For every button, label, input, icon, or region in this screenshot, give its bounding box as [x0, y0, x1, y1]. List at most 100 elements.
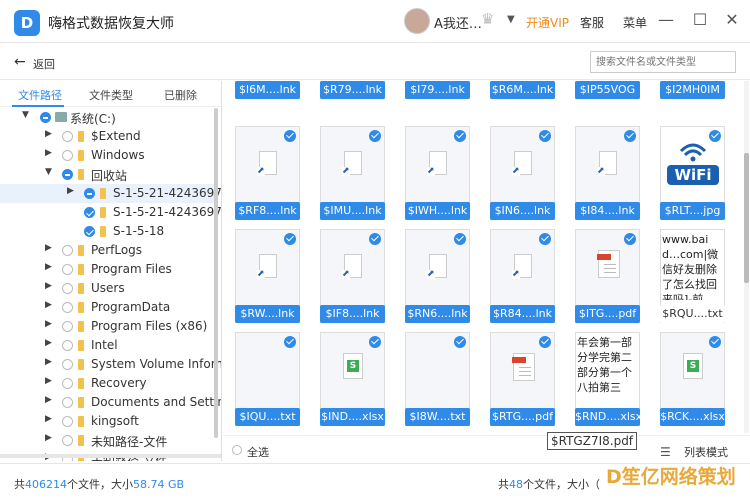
expand-arrow-icon[interactable]: ▶ [45, 433, 55, 443]
tree-node[interactable]: ▶ PerfLogs [0, 241, 216, 260]
file-card[interactable]: WiFi $RLT....jpg [660, 126, 725, 220]
file-card[interactable]: ⬈ $RF8....lnk [235, 126, 300, 220]
tree-checkbox[interactable] [62, 435, 73, 446]
file-card[interactable]: $I8W....txt [405, 332, 470, 426]
file-card[interactable]: ⬈ $I84....lnk [575, 126, 640, 220]
expand-arrow-icon[interactable]: ▶ [45, 319, 55, 329]
selected-check-icon[interactable] [369, 130, 381, 142]
tree-node[interactable]: ▶ Recovery [0, 374, 216, 393]
list-mode-button[interactable]: 列表模式 [684, 444, 728, 460]
tree-checkbox[interactable] [84, 226, 95, 237]
file-card[interactable]: ⬈ $R84....lnk [490, 229, 555, 323]
selected-check-icon[interactable] [539, 336, 551, 348]
tree-node[interactable]: ▶ ProgramData [0, 298, 216, 317]
file-card[interactable]: ⬈ $RN6....lnk [405, 229, 470, 323]
tree-node[interactable]: ▶ Users [0, 279, 216, 298]
selected-check-icon[interactable] [284, 130, 296, 142]
maximize-icon[interactable]: ☐ [690, 10, 710, 29]
tree-checkbox[interactable] [62, 359, 73, 370]
expand-arrow-icon[interactable]: ▶ [45, 414, 55, 424]
selected-check-icon[interactable] [454, 233, 466, 245]
tree-checkbox[interactable] [62, 169, 73, 180]
tree-node[interactable]: ▶ System Volume Inform [0, 355, 221, 374]
back-arrow-icon[interactable]: ← [14, 54, 26, 70]
expand-arrow-icon[interactable]: ▶ [45, 243, 55, 253]
tree-node[interactable]: S-1-5-21-42436977 [0, 203, 221, 222]
tree-node[interactable]: ▶ 未知路径-文件 [0, 431, 216, 450]
tree-checkbox[interactable] [84, 207, 95, 218]
selected-check-icon[interactable] [709, 336, 721, 348]
selected-check-icon[interactable] [539, 130, 551, 142]
collapse-arrow-icon[interactable]: ▼ [45, 167, 55, 177]
list-mode-icon[interactable]: ☰ [660, 445, 671, 459]
file-card[interactable]: ⬈ $RW....lnk [235, 229, 300, 323]
selected-check-icon[interactable] [284, 233, 296, 245]
tree-node[interactable]: ▶ S-1-5-21-42436977 [0, 184, 221, 203]
tree-checkbox[interactable] [62, 150, 73, 161]
file-card[interactable]: 年会第一部分学完第二部分第一个八拍第三 $RND....xlsx [575, 332, 640, 426]
file-card[interactable]: $I6M....lnk [235, 81, 300, 99]
file-card[interactable]: $I79....lnk [405, 81, 470, 99]
file-card[interactable]: $ITG....pdf [575, 229, 640, 323]
tree-checkbox[interactable] [62, 397, 73, 408]
sidebar-scrollbar[interactable] [214, 108, 218, 438]
selected-check-icon[interactable] [369, 233, 381, 245]
tree-node[interactable]: ▼ 回收站 [0, 165, 216, 184]
selected-check-icon[interactable] [539, 233, 551, 245]
vip-button[interactable]: 开通VIP [526, 14, 569, 31]
tree-node[interactable]: ▶ $Extend [0, 127, 216, 146]
tab-file-type[interactable]: 文件类型 [89, 87, 133, 103]
file-card[interactable]: ⬈ $IWH....lnk [405, 126, 470, 220]
tree-node[interactable]: ▶ Documents and Setting [0, 393, 221, 412]
file-card[interactable]: $IP55VOG [575, 81, 640, 99]
tree-checkbox[interactable] [62, 321, 73, 332]
file-card[interactable]: ⬈ $IMU....lnk [320, 126, 385, 220]
tree-checkbox[interactable] [62, 416, 73, 427]
file-card[interactable]: S $IND....xlsx [320, 332, 385, 426]
tree-node[interactable]: ▼ 系统(C:) [0, 108, 216, 127]
selected-check-icon[interactable] [624, 233, 636, 245]
tree-checkbox[interactable] [62, 283, 73, 294]
chevron-down-icon[interactable]: ▼ [507, 14, 515, 25]
file-card[interactable]: $RTG....pdf [490, 332, 555, 426]
tree-node[interactable]: ▶ Intel [0, 336, 216, 355]
user-name[interactable]: A我还… [434, 13, 482, 32]
selected-check-icon[interactable] [454, 336, 466, 348]
close-icon[interactable]: ✕ [722, 10, 742, 29]
tree-node[interactable]: ▶ Windows [0, 146, 216, 165]
expand-arrow-icon[interactable]: ▶ [45, 357, 55, 367]
tree-checkbox[interactable] [84, 188, 95, 199]
select-all-checkbox[interactable] [232, 445, 242, 455]
expand-arrow-icon[interactable]: ▶ [45, 281, 55, 291]
expand-arrow-icon[interactable]: ▶ [45, 148, 55, 158]
collapse-arrow-icon[interactable]: ▼ [22, 110, 32, 120]
tree-checkbox[interactable] [62, 264, 73, 275]
search-input[interactable] [590, 51, 736, 73]
selected-check-icon[interactable] [369, 336, 381, 348]
expand-arrow-icon[interactable]: ▶ [45, 300, 55, 310]
expand-arrow-icon[interactable]: ▶ [45, 376, 55, 386]
expand-arrow-icon[interactable]: ▶ [45, 338, 55, 348]
file-card[interactable]: ⬈ $IF8....lnk [320, 229, 385, 323]
file-card[interactable]: S $RCK....xlsx [660, 332, 725, 426]
select-all-label[interactable]: 全选 [247, 444, 269, 460]
avatar[interactable] [404, 8, 430, 34]
service-button[interactable]: 客服 [580, 14, 604, 31]
file-card[interactable]: $R6M....lnk [490, 81, 555, 99]
scrollbar-thumb[interactable] [744, 153, 749, 283]
expand-arrow-icon[interactable]: ▶ [45, 129, 55, 139]
file-card[interactable]: $I2MH0IM [660, 81, 725, 99]
selected-check-icon[interactable] [624, 130, 636, 142]
sidebar-horizontal-scrollbar[interactable] [0, 454, 221, 458]
file-card[interactable]: $R79....lnk [320, 81, 385, 99]
file-card[interactable]: www.baid…com|微信好友删除了怎么找回来吗]-前 $RQU....txt [660, 229, 725, 323]
file-card[interactable]: $IQU....txt [235, 332, 300, 426]
tree-node[interactable]: S-1-5-18 [0, 222, 216, 241]
tree-checkbox[interactable] [62, 340, 73, 351]
tree-node[interactable]: ▶ Program Files (x86) [0, 317, 216, 336]
minimize-icon[interactable]: — [656, 10, 676, 29]
expand-arrow-icon[interactable]: ▶ [67, 186, 77, 196]
selected-check-icon[interactable] [284, 336, 296, 348]
tree-node[interactable]: ▶ kingsoft [0, 412, 216, 431]
tree-checkbox[interactable] [40, 112, 51, 123]
